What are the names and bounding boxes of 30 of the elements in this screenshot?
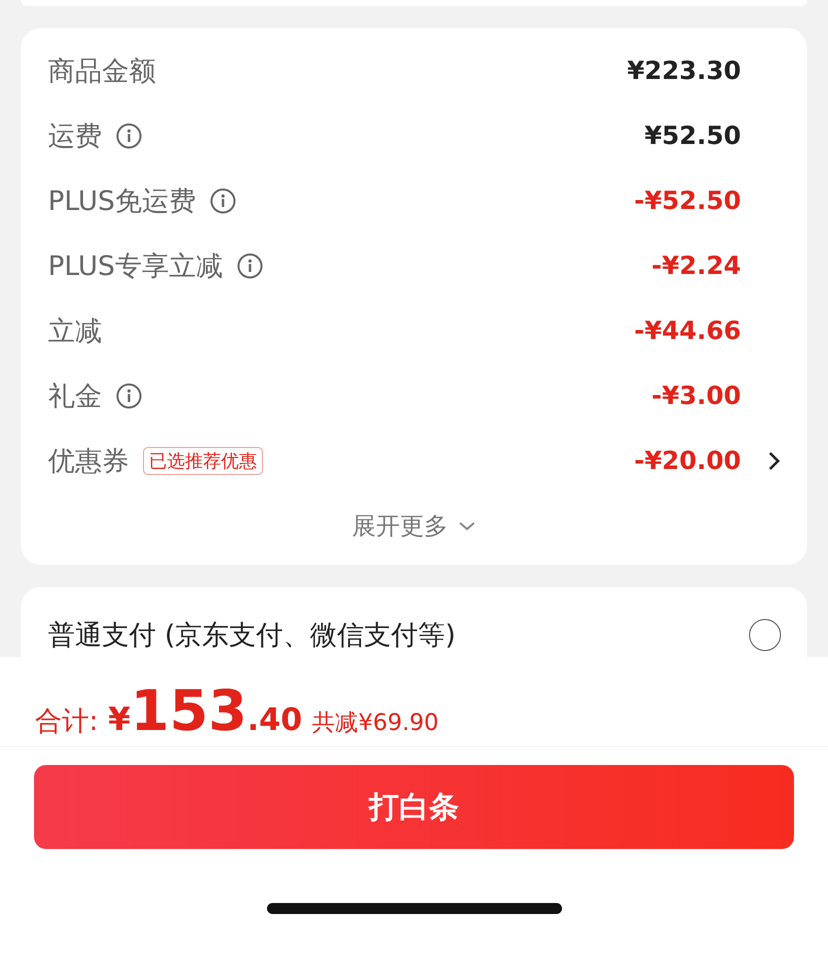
fee-amount: ¥52.50 <box>644 121 741 150</box>
currency-symbol: ¥ <box>108 700 130 738</box>
chevron-down-icon <box>458 521 476 531</box>
total-decimal: .40 <box>247 702 302 738</box>
fee-amount: ¥223.30 <box>627 56 741 85</box>
fee-label: 商品金额 <box>48 54 156 88</box>
info-icon[interactable] <box>210 188 236 214</box>
expand-more-button[interactable]: 展开更多 <box>352 493 476 559</box>
info-icon[interactable] <box>116 382 142 408</box>
fee-label: PLUS免运费 <box>48 184 196 218</box>
total-saving: 共减¥69.90 <box>312 709 439 738</box>
radio-button[interactable] <box>749 619 781 651</box>
fee-amount: -¥20.00 <box>634 446 741 475</box>
fee-amount: -¥52.50 <box>634 186 741 215</box>
info-icon[interactable] <box>116 122 142 148</box>
payment-option-label[interactable]: 普通支付 (京东支付、微信支付等) <box>48 617 456 653</box>
fee-amount: -¥2.24 <box>652 251 741 280</box>
fee-amount: -¥3.00 <box>652 381 741 410</box>
fee-amount: -¥44.66 <box>634 316 741 345</box>
fee-label: PLUS专享立减 <box>48 250 223 284</box>
chevron-right-icon[interactable] <box>767 450 781 472</box>
fee-label: 运费 <box>48 120 102 154</box>
info-icon[interactable] <box>236 252 263 278</box>
fee-label: 立减 <box>48 314 102 348</box>
fee-label: 优惠券 <box>48 444 129 478</box>
fee-label: 礼金 <box>48 380 102 414</box>
total-integer: 153 <box>130 679 248 744</box>
pay-button[interactable]: 打白条 <box>34 765 794 849</box>
coupon-tag: 已选推荐优惠 <box>143 446 263 474</box>
total-label: 合计: <box>35 705 98 739</box>
